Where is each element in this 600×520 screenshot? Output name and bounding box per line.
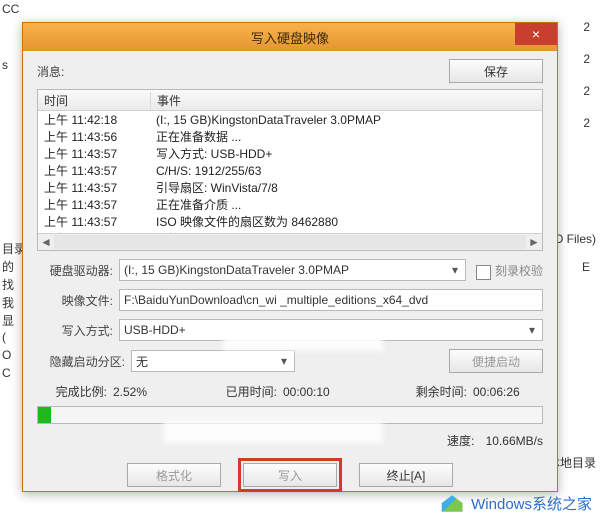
stray-text: s — [2, 58, 8, 72]
progress-percent: 2.52% — [113, 385, 163, 399]
log-row[interactable]: 上午 11:42:18(I:, 15 GB)KingstonDataTravel… — [38, 111, 542, 128]
drive-label: 硬盘驱动器: — [37, 262, 113, 279]
easy-boot-button[interactable]: 便捷启动 — [449, 349, 543, 373]
message-label: 消息: — [37, 63, 64, 80]
stray-text: O Files) — [554, 232, 596, 246]
elapsed-value: 00:00:10 — [283, 385, 353, 399]
speed-value: 10.66MB/s — [486, 434, 543, 448]
stray-text: C — [2, 366, 11, 380]
write-mode-label: 写入方式: — [37, 322, 113, 339]
stray-text: 2 — [583, 20, 590, 34]
stray-text: O — [2, 348, 11, 362]
stray-text: 找 — [2, 276, 14, 293]
progress-fill — [38, 407, 51, 423]
dialog-content: 消息: 保存 时间 事件 上午 11:42:18(I:, 15 GB)Kings… — [23, 51, 557, 497]
log-row[interactable]: 上午 11:43:57引导扇区: WinVista/7/8 — [38, 179, 542, 196]
elapsed-label: 已用时间: — [226, 383, 277, 400]
chevron-down-icon: ▾ — [524, 322, 540, 338]
watermark: Windows系统之家 — [439, 492, 592, 514]
progress-label: 完成比例: — [37, 383, 107, 400]
stray-text: 2 — [583, 52, 590, 66]
image-file-label: 映像文件: — [37, 292, 113, 309]
log-row[interactable]: 上午 11:43:57C/H/S: 1912/255/63 — [38, 162, 542, 179]
abort-button[interactable]: 终止[A] — [359, 463, 453, 487]
titlebar[interactable]: 写入硬盘映像 × — [23, 23, 557, 51]
chevron-down-icon: ▾ — [276, 353, 292, 369]
image-file-field[interactable]: F:\BaiduYunDownload\cn_wi _multiple_edit… — [119, 289, 543, 311]
stray-text: 显 — [2, 312, 14, 329]
log-header[interactable]: 时间 事件 — [38, 90, 542, 111]
log-row[interactable]: 上午 11:43:57ISO 映像文件的扇区数为 8462880 — [38, 213, 542, 230]
hidden-partition-select[interactable]: 无 ▾ — [131, 350, 295, 372]
horizontal-scrollbar[interactable]: ◄ ► — [38, 233, 542, 250]
burn-verify-label: 刻录校验 — [495, 262, 543, 279]
house-icon — [439, 492, 465, 514]
write-button[interactable]: 写入 — [243, 463, 337, 487]
scroll-left-icon[interactable]: ◄ — [38, 235, 54, 249]
hidden-partition-label: 隐藏启动分区: — [37, 353, 125, 370]
format-button[interactable]: 格式化 — [127, 463, 221, 487]
watermark-text: Windows系统之家 — [471, 493, 592, 514]
scroll-right-icon[interactable]: ► — [526, 235, 542, 249]
save-button[interactable]: 保存 — [449, 59, 543, 83]
dialog-title: 写入硬盘映像 — [251, 28, 329, 47]
remain-value: 00:06:26 — [473, 385, 543, 399]
close-icon: × — [532, 26, 540, 42]
stray-text: 的 — [2, 258, 14, 275]
log-row[interactable]: 上午 11:43:57正在准备介质 ... — [38, 196, 542, 213]
log-header-time[interactable]: 时间 — [38, 92, 151, 109]
log-body: 上午 11:42:18(I:, 15 GB)KingstonDataTravel… — [38, 111, 542, 247]
stray-text: CC — [2, 2, 19, 16]
stray-text: E — [582, 260, 590, 274]
close-button[interactable]: × — [515, 23, 557, 45]
drive-select[interactable]: (I:, 15 GB)KingstonDataTraveler 3.0PMAP … — [119, 259, 466, 281]
log-header-event[interactable]: 事件 — [151, 92, 542, 109]
write-disk-image-dialog: 写入硬盘映像 × 消息: 保存 时间 事件 上午 11:42:18(I:, 15… — [22, 22, 558, 492]
log-listview[interactable]: 时间 事件 上午 11:42:18(I:, 15 GB)KingstonData… — [37, 89, 543, 251]
stray-text: 我 — [2, 294, 14, 311]
stray-text: ( — [2, 330, 6, 344]
burn-verify-checkbox[interactable] — [476, 265, 491, 280]
stray-text: 2 — [583, 84, 590, 98]
scroll-track[interactable] — [54, 235, 526, 249]
stray-text: 2 — [583, 116, 590, 130]
speed-label: 速度: — [447, 434, 474, 448]
chevron-down-icon: ▾ — [447, 262, 463, 278]
remain-label: 剩余时间: — [416, 383, 467, 400]
